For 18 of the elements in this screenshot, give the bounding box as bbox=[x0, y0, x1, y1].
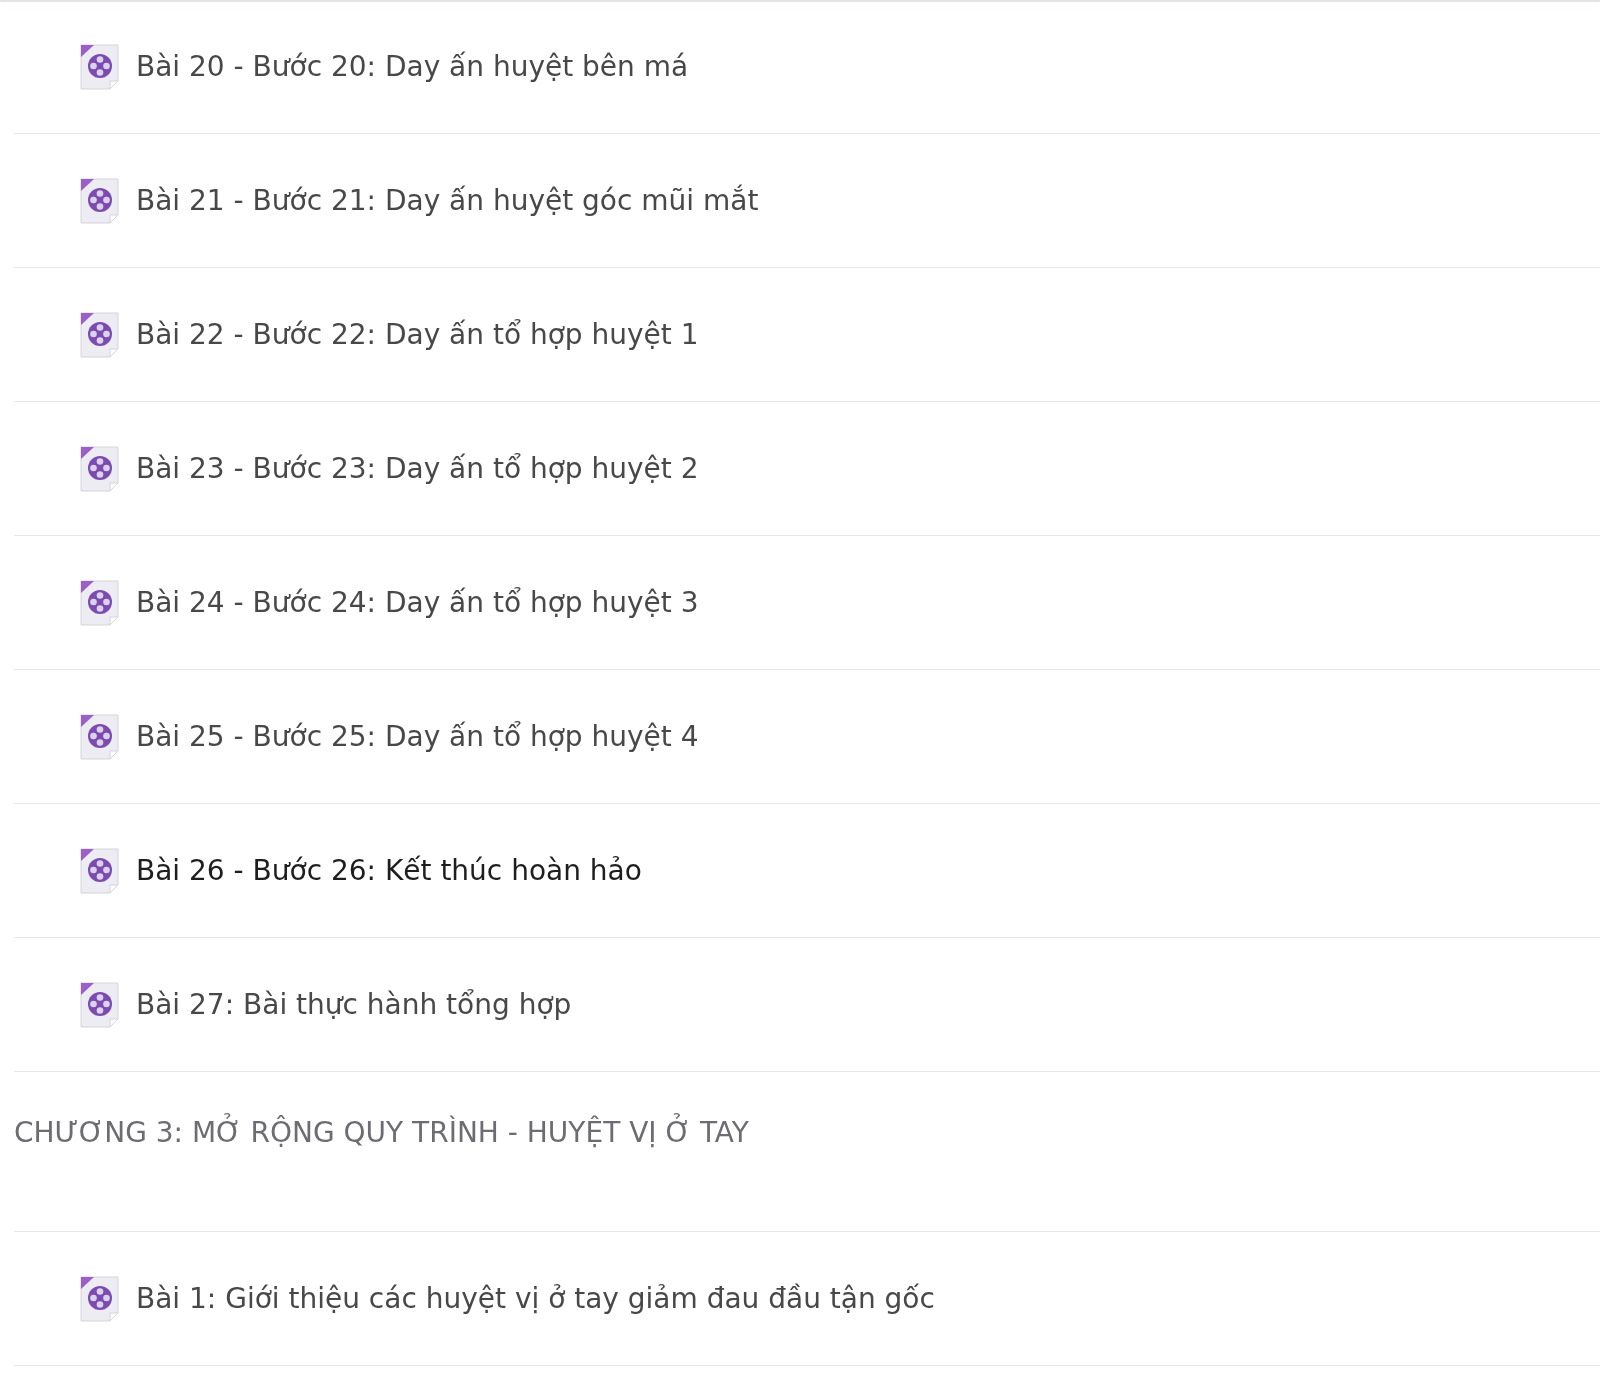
video-file-icon bbox=[78, 176, 122, 225]
lesson-link[interactable]: Bài 22 - Bước 22: Day ấn tổ hợp huyệt 1 bbox=[136, 318, 699, 351]
lesson-link[interactable]: Bài 21 - Bước 21: Day ấn huyệt góc mũi mắt bbox=[136, 184, 759, 217]
video-file-icon bbox=[78, 310, 122, 359]
lesson-link[interactable]: Bài 24 - Bước 24: Day ấn tổ hợp huyệt 3 bbox=[136, 586, 699, 619]
lesson-link[interactable]: Bài 20 - Bước 20: Day ấn huyệt bên má bbox=[136, 50, 689, 83]
video-file-icon bbox=[78, 712, 122, 761]
video-file-icon bbox=[78, 444, 122, 493]
lesson-link[interactable]: Bài 1: Giới thiệu các huyệt vị ở tay giảm đau đầu tận gốc bbox=[136, 1282, 935, 1315]
lesson-link[interactable]: Bài 26 - Bước 26: Kết thúc hoàn hảo bbox=[136, 854, 642, 887]
lesson-link[interactable]: Bài 27: Bài thực hành tổng hợp bbox=[136, 988, 572, 1021]
video-file-icon bbox=[78, 42, 122, 91]
video-file-icon bbox=[78, 980, 122, 1029]
video-file-icon bbox=[78, 578, 122, 627]
video-file-icon bbox=[78, 1274, 122, 1323]
lesson-link[interactable]: Bài 25 - Bước 25: Day ấn tổ hợp huyệt 4 bbox=[136, 720, 699, 753]
video-file-icon bbox=[78, 846, 122, 895]
lesson-link[interactable]: Bài 23 - Bước 23: Day ấn tổ hợp huyệt 2 bbox=[136, 452, 699, 485]
